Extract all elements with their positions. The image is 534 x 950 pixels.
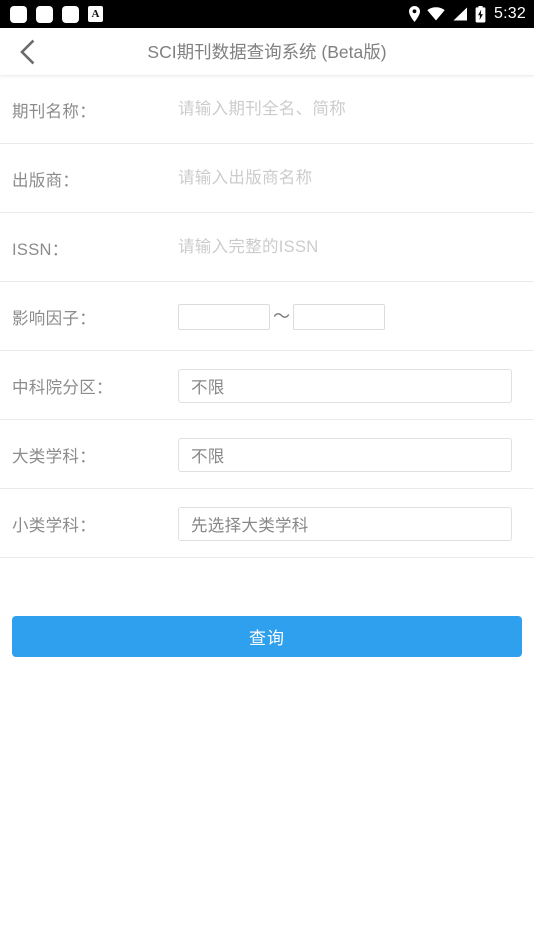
label-minor-subject: 小类学科：	[12, 516, 96, 535]
minor-subject-value: 先选择大类学科	[191, 516, 309, 535]
signal-icon	[452, 7, 468, 21]
chevron-left-icon	[17, 38, 37, 66]
label-major-subject: 大类学科：	[12, 447, 96, 466]
cas-partition-value: 不限	[191, 378, 225, 397]
cas-partition-select[interactable]: 不限	[178, 368, 512, 403]
form-row-major-subject: 大类学科： 不限	[0, 420, 534, 489]
app-square-icon	[10, 5, 27, 23]
label-impact-factor: 影响因子：	[12, 309, 96, 328]
form-row-minor-subject: 小类学科： 先选择大类学科	[0, 489, 534, 558]
impact-factor-max-input[interactable]	[293, 303, 385, 330]
battery-charging-icon	[475, 5, 486, 23]
impact-factor-min-input[interactable]	[178, 303, 270, 330]
wifi-icon	[427, 7, 445, 21]
form-row-cas-partition: 中科院分区： 不限	[0, 351, 534, 420]
app-header: SCI期刊数据查询系统 (Beta版)	[0, 28, 534, 75]
issn-input[interactable]	[178, 238, 522, 257]
publisher-input[interactable]	[178, 169, 522, 188]
impact-factor-range: ～	[178, 303, 385, 330]
form-row-journal-name: 期刊名称：	[0, 75, 534, 144]
major-subject-select[interactable]: 不限	[178, 437, 512, 472]
label-publisher: 出版商：	[12, 171, 80, 190]
status-bar-clock: 5:32	[494, 5, 526, 22]
app-square-icon	[36, 5, 53, 23]
page-title: SCI期刊数据查询系统 (Beta版)	[147, 42, 387, 62]
submit-area: 查询	[0, 558, 534, 657]
search-button[interactable]: 查询	[12, 616, 522, 657]
status-bar-system: 5:32	[409, 5, 526, 23]
label-cas-partition: 中科院分区：	[12, 378, 113, 397]
location-pin-icon	[409, 6, 421, 22]
form-row-issn: ISSN：	[0, 213, 534, 282]
form-row-publisher: 出版商：	[0, 144, 534, 213]
search-form: 期刊名称： 出版商： ISSN： 影响因子： ～ 中科院分区： 不限 大类学科：…	[0, 75, 534, 558]
label-issn: ISSN：	[12, 240, 69, 259]
minor-subject-select[interactable]: 先选择大类学科	[178, 506, 512, 541]
range-separator: ～	[273, 307, 290, 326]
back-button[interactable]	[0, 28, 54, 75]
major-subject-value: 不限	[191, 447, 225, 466]
status-bar-notifications: A	[10, 5, 103, 23]
label-journal-name: 期刊名称：	[12, 102, 96, 121]
form-row-impact-factor: 影响因子： ～	[0, 282, 534, 351]
letter-a-icon: A	[88, 6, 103, 22]
status-bar: A 5:32	[0, 0, 534, 28]
journal-name-input[interactable]	[178, 100, 522, 119]
app-square-icon	[62, 5, 79, 23]
